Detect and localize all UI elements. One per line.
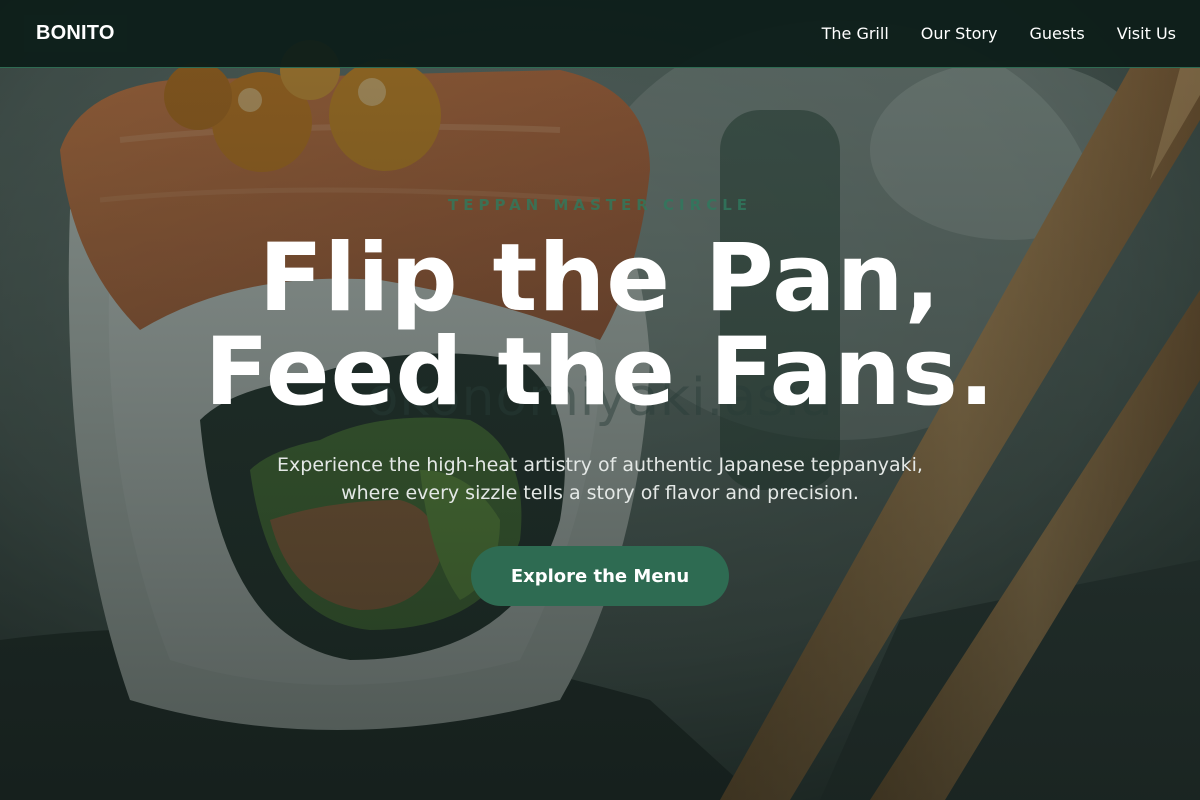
main-nav: The Grill Our Story Guests Visit Us: [822, 0, 1176, 67]
nav-link-our-story[interactable]: Our Story: [921, 24, 998, 43]
hero-section: BONITO The Grill Our Story Guests Visit …: [0, 0, 1200, 800]
nav-link-guests[interactable]: Guests: [1029, 24, 1084, 43]
explore-menu-button[interactable]: Explore the Menu: [471, 546, 729, 606]
hero-eyebrow: TEPPAN MASTER CIRCLE: [447, 196, 753, 214]
site-header: BONITO The Grill Our Story Guests Visit …: [0, 0, 1200, 68]
hero-content: TEPPAN MASTER CIRCLE okonomiyaki.asia Fl…: [0, 0, 1200, 800]
nav-link-the-grill[interactable]: The Grill: [822, 24, 889, 43]
hero-headline-line2: Feed the Fans.: [204, 318, 996, 427]
brand-logo[interactable]: BONITO: [24, 15, 127, 52]
hero-subtitle: Experience the high-heat artistry of aut…: [277, 454, 923, 504]
hero-headline-line1: Flip the Pan,: [258, 224, 942, 333]
hero-headline: Flip the Pan, Feed the Fans.: [0, 232, 1200, 420]
nav-link-visit-us[interactable]: Visit Us: [1117, 24, 1176, 43]
